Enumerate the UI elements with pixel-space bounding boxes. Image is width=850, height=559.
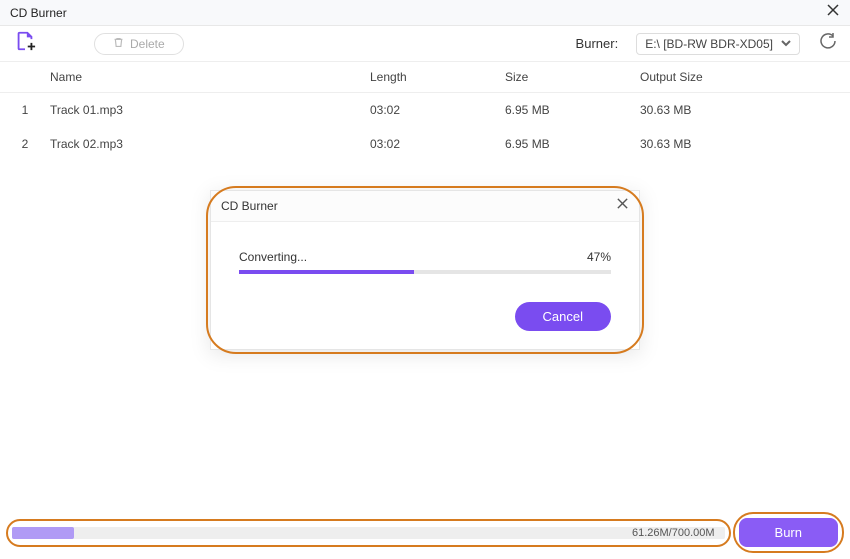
row-size: 6.95 MB: [505, 103, 640, 117]
cancel-button[interactable]: Cancel: [515, 302, 611, 331]
col-header-size: Size: [505, 70, 640, 84]
row-index: 2: [0, 137, 50, 151]
progress-dialog: CD Burner Converting... 47% Cancel: [210, 190, 640, 350]
capacity-fill: [12, 527, 74, 539]
close-icon[interactable]: [826, 3, 840, 22]
row-output: 30.63 MB: [640, 137, 850, 151]
col-header-output: Output Size: [640, 70, 850, 84]
row-length: 03:02: [370, 137, 505, 151]
trash-icon: [113, 37, 124, 51]
capacity-text: 61.26M/700.00M: [632, 527, 715, 539]
refresh-icon[interactable]: [820, 33, 836, 54]
row-length: 03:02: [370, 103, 505, 117]
delete-label: Delete: [130, 37, 165, 51]
capacity-bar: 61.26M/700.00M: [12, 527, 725, 539]
track-table: Name Length Size Output Size 1Track 01.m…: [0, 62, 850, 161]
dialog-percent: 47%: [587, 250, 611, 264]
row-index: 1: [0, 103, 50, 117]
table-row[interactable]: 2Track 02.mp303:026.95 MB30.63 MB: [0, 127, 850, 161]
row-output: 30.63 MB: [640, 103, 850, 117]
burn-button[interactable]: Burn: [739, 518, 838, 547]
window-title: CD Burner: [10, 6, 67, 20]
progress-bar: [239, 270, 611, 274]
table-row[interactable]: 1Track 01.mp303:026.95 MB30.63 MB: [0, 93, 850, 127]
progress-fill: [239, 270, 414, 274]
burner-select-value: E:\ [BD-RW BDR-XD05]: [645, 37, 773, 51]
row-name: Track 02.mp3: [50, 137, 370, 151]
capacity-wrap: 61.26M/700.00M: [12, 527, 725, 539]
col-header-length: Length: [370, 70, 505, 84]
dialog-status: Converting...: [239, 250, 307, 264]
add-file-icon[interactable]: [14, 30, 36, 57]
row-name: Track 01.mp3: [50, 103, 370, 117]
row-size: 6.95 MB: [505, 137, 640, 151]
progress-dialog-wrap: CD Burner Converting... 47% Cancel: [210, 190, 640, 350]
burner-select[interactable]: E:\ [BD-RW BDR-XD05]: [636, 33, 800, 55]
dialog-header: CD Burner: [211, 191, 639, 222]
delete-button[interactable]: Delete: [94, 33, 184, 55]
bottom-bar: 61.26M/700.00M Burn: [12, 518, 838, 547]
close-icon[interactable]: [616, 197, 629, 215]
titlebar: CD Burner: [0, 0, 850, 26]
col-header-name: Name: [50, 70, 370, 84]
table-header: Name Length Size Output Size: [0, 62, 850, 93]
burner-label: Burner:: [576, 36, 619, 51]
toolbar: Delete Burner: E:\ [BD-RW BDR-XD05]: [0, 26, 850, 62]
chevron-down-icon: [781, 37, 791, 51]
dialog-title: CD Burner: [221, 199, 278, 213]
